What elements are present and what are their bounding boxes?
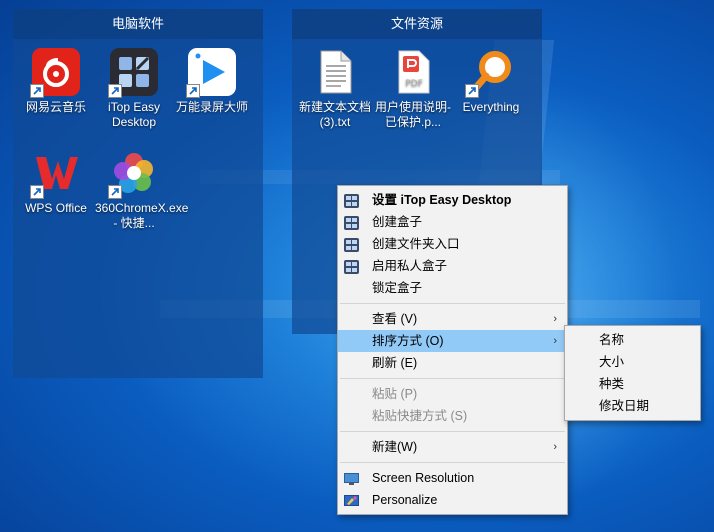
- menu-item-label: 新建(W): [372, 440, 418, 454]
- menu-item-paste-shortcut[interactable]: 粘贴快捷方式 (S): [338, 405, 567, 427]
- desktop-icon-360-chrome[interactable]: 360ChromeX.exe - 快捷...: [95, 149, 189, 231]
- sort-submenu: 名称 大小 种类 修改日期: [564, 325, 701, 421]
- netease-music-icon: [30, 48, 80, 98]
- chevron-right-icon: ›: [553, 313, 557, 325]
- shortcut-arrow-icon: [108, 84, 122, 98]
- menu-item-create-folder-portal[interactable]: 创建文件夹入口: [338, 233, 567, 255]
- desktop-icon-label: WPS Office: [25, 201, 87, 215]
- menu-separator: [340, 462, 565, 463]
- text-file-icon: [311, 48, 359, 96]
- menu-item-label: 刷新 (E): [372, 356, 418, 370]
- menu-item-sort-by[interactable]: 排序方式 (O) ›: [338, 330, 567, 352]
- menu-item-itop-settings[interactable]: 设置 iTop Easy Desktop: [338, 189, 567, 211]
- wps-office-icon: [30, 149, 80, 199]
- desktop-icon-label: 360ChromeX.exe - 快捷...: [95, 201, 189, 230]
- screen-recorder-icon: [186, 48, 236, 98]
- desktop-icon-itop[interactable]: iTop Easy Desktop: [95, 48, 173, 130]
- menu-separator: [340, 303, 565, 304]
- menu-item-label: 修改日期: [599, 399, 650, 413]
- menu-item-screen-resolution[interactable]: Screen Resolution: [338, 467, 567, 489]
- menu-item-label: 查看 (V): [372, 312, 418, 326]
- menu-item-label: Screen Resolution: [372, 471, 475, 485]
- menu-item-label: 大小: [599, 355, 625, 369]
- menu-item-create-box[interactable]: 创建盒子: [338, 211, 567, 233]
- menu-item-label: 排序方式 (O): [372, 334, 444, 348]
- menu-item-lock-box[interactable]: 锁定盒子: [338, 277, 567, 299]
- menu-item-label: 名称: [599, 333, 625, 347]
- menu-item-label: 启用私人盒子: [372, 259, 448, 273]
- chevron-right-icon: ›: [553, 335, 557, 347]
- everything-search-icon: [465, 48, 515, 98]
- shortcut-arrow-icon: [186, 84, 200, 98]
- itop-easy-desktop-icon: [108, 48, 158, 98]
- monitor-icon: [344, 471, 359, 485]
- desktop-icon-screen-recorder[interactable]: 万能录屏大师: [173, 48, 251, 115]
- menu-item-refresh[interactable]: 刷新 (E): [338, 352, 567, 374]
- menu-item-label: 粘贴快捷方式 (S): [372, 409, 468, 423]
- shortcut-arrow-icon: [465, 84, 479, 98]
- shortcut-arrow-icon: [30, 84, 44, 98]
- shortcut-arrow-icon: [108, 185, 122, 199]
- itop-icon: [344, 215, 359, 230]
- menu-item-label: 粘贴 (P): [372, 387, 418, 401]
- submenu-item-sort-type[interactable]: 种类: [565, 373, 700, 395]
- menu-item-personalize[interactable]: Personalize: [338, 489, 567, 511]
- itop-icon: [344, 259, 359, 274]
- shortcut-arrow-icon: [30, 185, 44, 199]
- menu-item-label: 锁定盒子: [372, 281, 423, 295]
- 360-chrome-icon: [108, 149, 158, 199]
- box-title[interactable]: 电脑软件: [13, 9, 263, 39]
- menu-item-label: 创建盒子: [372, 215, 423, 229]
- menu-item-paste[interactable]: 粘贴 (P): [338, 383, 567, 405]
- svg-text:PDF: PDF: [405, 79, 423, 89]
- desktop-icon-everything[interactable]: Everything: [452, 48, 530, 115]
- desktop-icon-wps[interactable]: WPS Office: [17, 149, 95, 216]
- desktop-icon-label: 网易云音乐: [25, 100, 86, 114]
- submenu-item-sort-size[interactable]: 大小: [565, 351, 700, 373]
- menu-item-view[interactable]: 查看 (V) ›: [338, 308, 567, 330]
- itop-icon: [344, 193, 359, 208]
- desktop-icon-label: 万能录屏大师: [175, 100, 248, 114]
- submenu-item-sort-name[interactable]: 名称: [565, 329, 700, 351]
- submenu-item-sort-date-modified[interactable]: 修改日期: [565, 395, 700, 417]
- menu-item-enable-private-box[interactable]: 启用私人盒子: [338, 255, 567, 277]
- desktop-icon-label: iTop Easy Desktop: [107, 100, 161, 129]
- menu-item-label: 创建文件夹入口: [372, 237, 460, 251]
- desktop-context-menu: 设置 iTop Easy Desktop 创建盒子 创建文件夹入口 启用私人盒子…: [337, 185, 568, 515]
- desktop-icon-label: Everything: [462, 100, 520, 114]
- menu-item-new[interactable]: 新建(W) ›: [338, 436, 567, 458]
- desktop-icon-text-file[interactable]: 新建文本文档 (3).txt: [296, 48, 374, 130]
- personalize-icon: [344, 493, 359, 507]
- itop-icon: [344, 237, 359, 252]
- desktop-icon-netease-music[interactable]: 网易云音乐: [17, 48, 95, 115]
- menu-item-label: 设置 iTop Easy Desktop: [372, 193, 512, 207]
- desktop-icon-label: 用户使用说明-已保护.p...: [375, 100, 451, 129]
- desktop-icon-pdf[interactable]: PDF 用户使用说明-已保护.p...: [374, 48, 452, 130]
- desktop-box-software[interactable]: 电脑软件 网易云音乐 iTop Easy Desktop 万能录屏大师 WPS …: [13, 9, 263, 378]
- pdf-file-icon: PDF: [389, 48, 437, 96]
- menu-item-label: Personalize: [372, 493, 438, 507]
- menu-separator: [340, 431, 565, 432]
- menu-separator: [340, 378, 565, 379]
- chevron-right-icon: ›: [553, 441, 557, 453]
- desktop-icon-label: 新建文本文档 (3).txt: [298, 100, 371, 129]
- menu-item-label: 种类: [599, 377, 625, 391]
- box-title[interactable]: 文件资源: [292, 9, 542, 39]
